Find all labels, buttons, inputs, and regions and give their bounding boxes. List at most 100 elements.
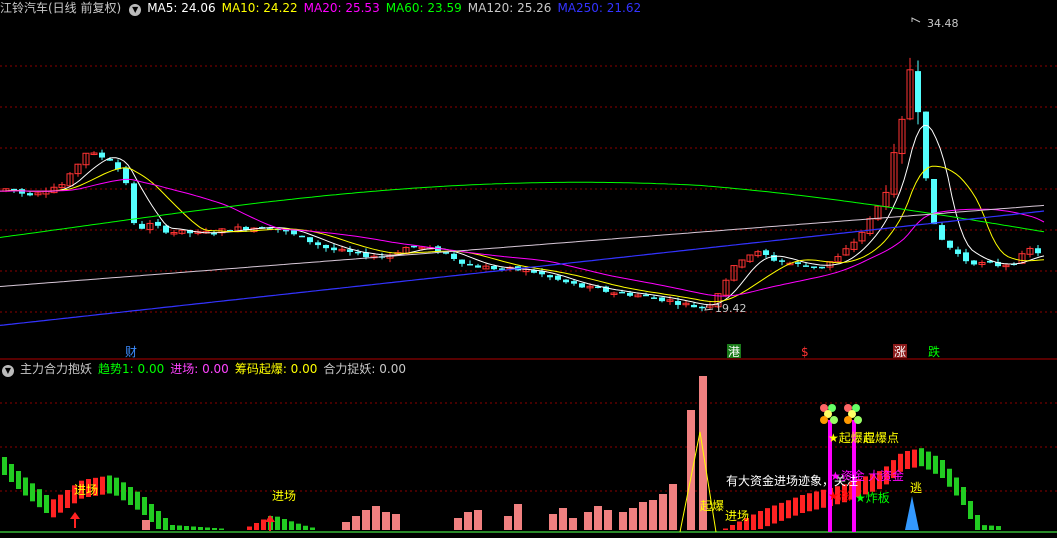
candle-body [651,297,657,299]
trend-bar [135,491,140,510]
volume-bar [142,520,150,530]
candle-body [123,167,129,184]
trend-bar [912,449,917,468]
volume-bar [559,508,567,530]
trend-bar [765,508,770,527]
low-price-label: 19.42 [715,302,747,315]
ma-label: MA120: 25.26 [467,1,552,15]
trend-bar [751,514,756,530]
trend-bar [933,455,938,474]
traffic-light-icon [820,416,828,424]
trend-bar [114,477,119,496]
volume-bar [594,506,602,530]
volume-bar [504,516,512,530]
candle-body [131,183,137,224]
trend-bar [968,501,973,519]
ma-label: MA60: 23.59 [385,1,462,15]
volume-bar [649,500,657,530]
trend-bar [821,489,826,508]
dropdown-icon[interactable]: ▼ [2,365,14,377]
trend-bar [807,493,812,512]
indicator-title: 主力合力抱妖 [20,362,93,376]
up-arrow-icon [70,512,80,519]
traffic-light-icon [830,416,838,424]
candle-body [323,244,329,249]
trend-bar [772,505,777,524]
volume-bar [362,510,370,530]
volume-bar [474,510,482,530]
candle-body [923,111,929,179]
indicator-legend: ▼ 主力合力抱妖 趋势1: 0.00 进场: 0.00 筹码起爆: 0.00 合力捉妖: … [0,361,418,377]
indicator-annotation: 进场 [74,483,98,497]
ma10-line [0,165,1045,303]
trend-bar [289,521,294,530]
trend-bar [786,500,791,519]
trend-bar [800,495,805,513]
candle-body [563,279,569,283]
candle-body [291,230,297,235]
candle-body [579,283,585,288]
chart-title: 江铃汽车(日线 前复权) [0,1,122,15]
candle-body [27,193,33,196]
volume-bar [604,510,612,530]
trend-bar [961,487,966,505]
trend-bar [30,483,35,502]
trend-bar [184,526,189,530]
candle-body [139,223,145,229]
candle-body [627,292,633,296]
candle-body [779,260,785,262]
indicator-annotation: 起爆点 [863,431,899,445]
trend-bar [23,477,28,496]
volume-bar [382,512,390,530]
indicator-annotation: ★资金 [830,468,865,483]
indicator-value: 筹码起爆: 0.00 [234,362,318,376]
trend-bar [982,525,987,530]
volume-bar [372,506,380,530]
volume-bar [629,508,637,530]
main-legend: 江铃汽车(日线 前复权) ▼ MA5: 24.06 MA10: 24.22 MA20: … [0,0,653,16]
candle-body [803,265,809,267]
event-marker: 港 [728,345,740,359]
dropdown-icon[interactable]: ▼ [129,4,142,16]
traffic-light-icon [854,416,862,424]
candle-body [155,221,161,226]
trend-bar [723,528,728,530]
trend-bar [177,525,182,530]
ma5-line [0,124,1045,306]
trend-bar [996,526,1001,530]
candle-body [451,253,457,259]
trend-bar [212,528,217,530]
candle-body [675,301,681,305]
volume-bar [687,410,695,530]
event-marker: $ [801,345,809,359]
trend-bar [58,494,63,513]
trend-bar [2,457,7,475]
candle-body [963,252,969,262]
candle-body [1035,248,1041,254]
trend-bar [107,475,112,494]
trend-bar [205,527,210,530]
indicator-values: 趋势1: 0.00 进场: 0.00 筹码起爆: 0.00 合力捉妖: 0.00 [98,362,412,376]
candle-body [411,245,417,248]
trend-bar [100,476,105,495]
kline-chart[interactable]: 34.4819.42财港 $ 涨跌进场 进场起爆进场有大资金进场迹象，关注★起爆点起爆… [0,0,1057,538]
event-marker: 涨 [894,344,906,359]
trend-bar [254,523,259,530]
indicator-annotation: ★炸板 [855,491,890,505]
trend-bar [142,497,147,515]
indicator-annotation: 逃 [910,481,922,495]
indicator-annotation: ★涨 [828,488,851,503]
high-price-label: 34.48 [927,17,959,30]
volume-bar [659,494,667,530]
candle-body [307,237,313,243]
volume-bar [342,522,350,530]
trend-bar [247,526,252,530]
candle-body [915,71,921,113]
trend-bar [16,471,21,489]
candle-body [547,275,553,278]
trend-bar [37,489,42,508]
candle-body [315,242,321,246]
trend-bar [191,526,196,530]
ma-list: MA5: 24.06 MA10: 24.22 MA20: 25.53 MA60: 23… [147,1,647,15]
trend-bar [198,527,203,530]
